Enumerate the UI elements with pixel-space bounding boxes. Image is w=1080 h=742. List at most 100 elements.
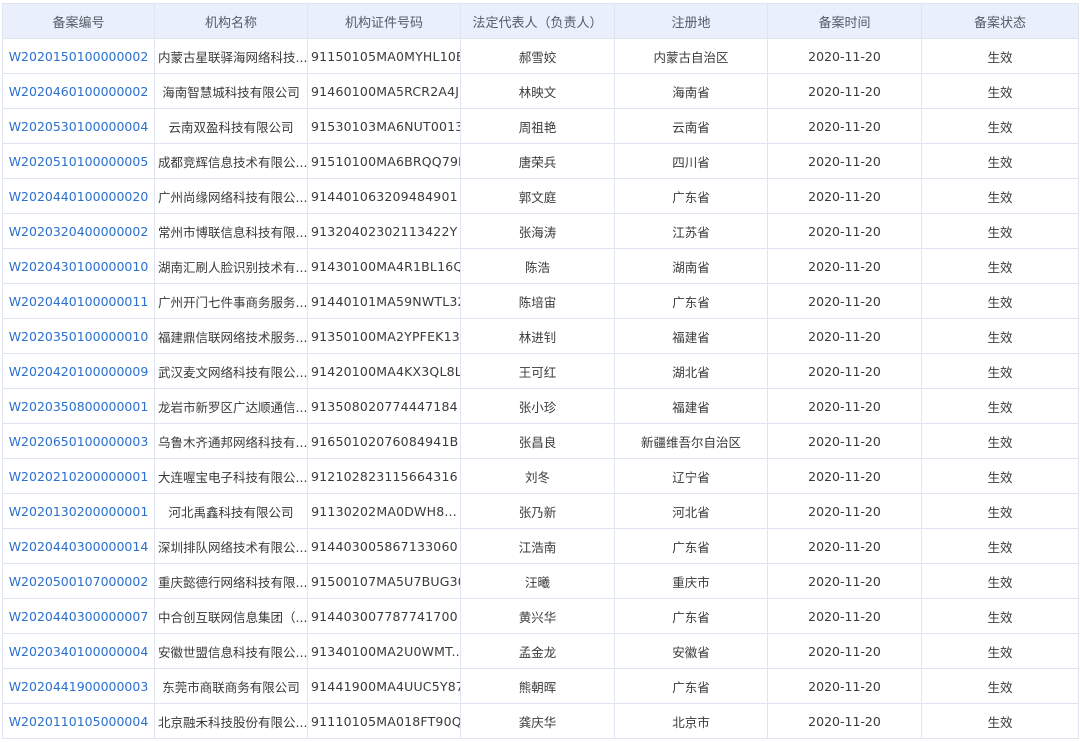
table-row: W2020320400000002 常州市博联信息科技有限... 913204023… <box>2 213 1079 249</box>
legal-rep-cell: 林进钊 <box>460 318 615 354</box>
filing-no-cell: W2020530100000004 <box>2 108 155 144</box>
legal-rep-cell: 张小珍 <box>460 388 615 424</box>
filing-no-link[interactable]: W2020350100000010 <box>9 329 149 344</box>
filing-date-cell: 2020-11-20 <box>767 388 922 424</box>
filing-no-link[interactable]: W2020440100000011 <box>9 294 149 309</box>
region-cell: 广东省 <box>614 668 768 704</box>
region-cell: 四川省 <box>614 143 768 179</box>
filing-no-link[interactable]: W2020441900000003 <box>9 679 149 694</box>
filing-date-cell: 2020-11-20 <box>767 248 922 284</box>
legal-rep-cell: 刘冬 <box>460 458 615 494</box>
filing-no-link[interactable]: W2020150100000002 <box>9 49 149 64</box>
table-row: W2020420100000009 武汉麦文网络科技有限公... 91420100M… <box>2 353 1079 389</box>
filing-no-cell: W2020340100000004 <box>2 633 155 669</box>
legal-rep-cell: 张海涛 <box>460 213 615 249</box>
region-cell: 重庆市 <box>614 563 768 599</box>
filing-no-link[interactable]: W2020110105000004 <box>9 714 149 729</box>
org-name-cell: 海南智慧城科技有限公司 <box>154 73 308 109</box>
filing-date-cell: 2020-11-20 <box>767 528 922 564</box>
filing-no-link[interactable]: W2020430100000010 <box>9 259 149 274</box>
filing-date-cell: 2020-11-20 <box>767 423 922 459</box>
col-header-region: 注册地 <box>614 3 768 39</box>
col-header-legal-rep: 法定代表人（负责人） <box>460 3 615 39</box>
legal-rep-cell: 张昌良 <box>460 423 615 459</box>
table-row: W2020210200000001 大连喔宝电子科技有限公... 912102823… <box>2 458 1079 494</box>
org-name-cell: 重庆懿德行网络科技有限... <box>154 563 308 599</box>
table-row: W2020430100000010 湖南汇刷人脸识别技术有... 91430100M… <box>2 248 1079 284</box>
cert-no-cell: 91441900MA4UUC5Y87 <box>307 668 461 704</box>
filing-no-link[interactable]: W2020440300000014 <box>9 539 149 554</box>
org-name-cell: 武汉麦文网络科技有限公... <box>154 353 308 389</box>
filing-no-link[interactable]: W2020510100000005 <box>9 154 149 169</box>
table-row: W2020130200000001 河北禹鑫科技有限公司 91130202MA0DW… <box>2 493 1079 529</box>
filing-no-link[interactable]: W2020420100000009 <box>9 364 149 379</box>
status-cell: 生效 <box>921 528 1079 564</box>
cert-no-cell: 91320402302113422Y <box>307 213 461 249</box>
filing-no-cell: W2020500107000002 <box>2 563 155 599</box>
status-cell: 生效 <box>921 38 1079 74</box>
region-cell: 广东省 <box>614 598 768 634</box>
region-cell: 北京市 <box>614 703 768 739</box>
filing-no-cell: W2020350800000001 <box>2 388 155 424</box>
org-name-cell: 乌鲁木齐通邦网络科技有... <box>154 423 308 459</box>
region-cell: 河北省 <box>614 493 768 529</box>
legal-rep-cell: 汪曦 <box>460 563 615 599</box>
cert-no-cell: 913508020774447184 <box>307 388 461 424</box>
legal-rep-cell: 林映文 <box>460 73 615 109</box>
filing-no-link[interactable]: W2020530100000004 <box>9 119 149 134</box>
filing-date-cell: 2020-11-20 <box>767 458 922 494</box>
table-row: W2020350100000010 福建鼎信联网络技术服务... 91350100M… <box>2 318 1079 354</box>
region-cell: 广东省 <box>614 528 768 564</box>
col-header-filing-date: 备案时间 <box>767 3 922 39</box>
filing-no-link[interactable]: W2020350800000001 <box>9 399 149 414</box>
filing-no-cell: W2020420100000009 <box>2 353 155 389</box>
filing-no-link[interactable]: W2020500107000002 <box>9 574 149 589</box>
table-row: W2020650100000003 乌鲁木齐通邦网络科技有... 916501020… <box>2 423 1079 459</box>
legal-rep-cell: 龚庆华 <box>460 703 615 739</box>
status-cell: 生效 <box>921 703 1079 739</box>
status-cell: 生效 <box>921 458 1079 494</box>
org-name-cell: 福建鼎信联网络技术服务... <box>154 318 308 354</box>
filing-no-cell: W2020440300000007 <box>2 598 155 634</box>
cert-no-cell: 91460100MA5RCR2A4J <box>307 73 461 109</box>
region-cell: 福建省 <box>614 318 768 354</box>
col-header-cert-no: 机构证件号码 <box>307 3 461 39</box>
table-row: W2020340100000004 安徽世盟信息科技有限公... 91340100M… <box>2 633 1079 669</box>
status-cell: 生效 <box>921 248 1079 284</box>
region-cell: 安徽省 <box>614 633 768 669</box>
filing-no-cell: W2020130200000001 <box>2 493 155 529</box>
org-name-cell: 常州市博联信息科技有限... <box>154 213 308 249</box>
filing-no-link[interactable]: W2020440300000007 <box>9 609 149 624</box>
filing-date-cell: 2020-11-20 <box>767 108 922 144</box>
org-name-cell: 龙岩市新罗区广达顺通信... <box>154 388 308 424</box>
legal-rep-cell: 唐荣兵 <box>460 143 615 179</box>
filing-no-link[interactable]: W2020440100000020 <box>9 189 149 204</box>
table-row: W2020440300000007 中合创互联网信息集团（... 914403007… <box>2 598 1079 634</box>
cert-no-cell: 91110105MA018FT90Q <box>307 703 461 739</box>
filing-date-cell: 2020-11-20 <box>767 353 922 389</box>
cert-no-cell: 914403005867133060 <box>307 528 461 564</box>
status-cell: 生效 <box>921 423 1079 459</box>
status-cell: 生效 <box>921 388 1079 424</box>
filing-no-cell: W2020440100000011 <box>2 283 155 319</box>
filing-no-link[interactable]: W2020320400000002 <box>9 224 149 239</box>
table-row: W2020530100000004 云南双盈科技有限公司 91530103MA6NU… <box>2 108 1079 144</box>
filing-no-cell: W2020440300000014 <box>2 528 155 564</box>
org-name-cell: 河北禹鑫科技有限公司 <box>154 493 308 529</box>
legal-rep-cell: 陈培宙 <box>460 283 615 319</box>
table-body: W2020150100000002 内蒙古星联驿海网络科技... 91150105M… <box>2 38 1079 739</box>
cert-no-cell: 91350100MA2YPFEK13 <box>307 318 461 354</box>
filing-no-link[interactable]: W2020650100000003 <box>9 434 149 449</box>
filing-date-cell: 2020-11-20 <box>767 318 922 354</box>
filing-no-link[interactable]: W2020460100000002 <box>9 84 149 99</box>
org-name-cell: 广州开门七件事商务服务... <box>154 283 308 319</box>
filing-no-cell: W2020350100000010 <box>2 318 155 354</box>
filing-no-link[interactable]: W2020210200000001 <box>9 469 149 484</box>
filing-no-cell: W2020510100000005 <box>2 143 155 179</box>
status-cell: 生效 <box>921 318 1079 354</box>
status-cell: 生效 <box>921 178 1079 214</box>
filing-no-link[interactable]: W2020340100000004 <box>9 644 149 659</box>
table-row: W2020350800000001 龙岩市新罗区广达顺通信... 913508020… <box>2 388 1079 424</box>
header-row: 备案编号 机构名称 机构证件号码 法定代表人（负责人） 注册地 备案时间 备案状… <box>2 3 1079 39</box>
filing-no-link[interactable]: W2020130200000001 <box>9 504 149 519</box>
